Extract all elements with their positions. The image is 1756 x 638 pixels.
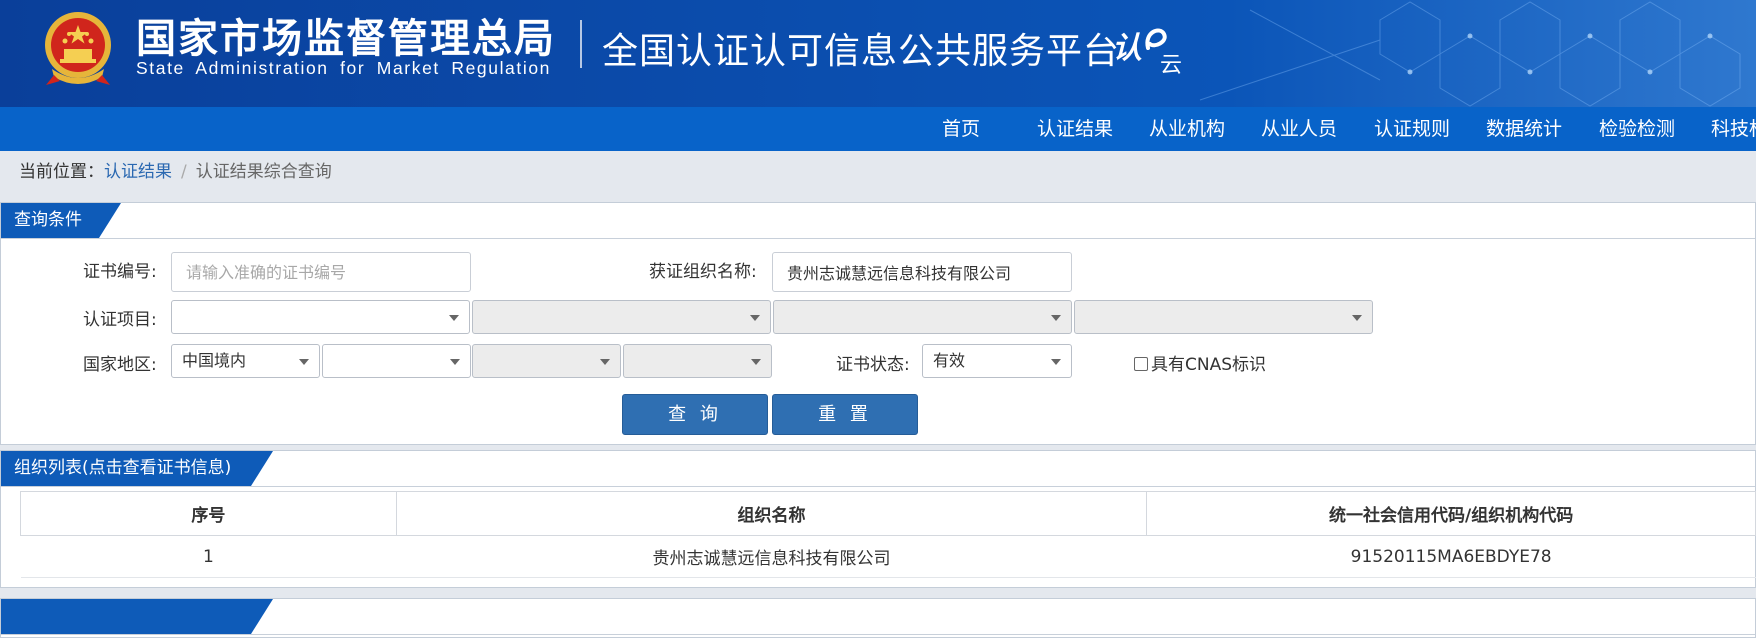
project-select-1[interactable] [171,300,470,334]
chevron-down-icon [1352,315,1362,321]
column-header-org-name: 组织名称 [395,491,1148,536]
province-select[interactable] [322,344,471,378]
next-panel-tab [1,599,273,634]
cert-no-label: 证书编号: [83,262,157,282]
chevron-down-icon [449,315,459,321]
chevron-down-icon [1051,315,1061,321]
renyun-logo: 认 云 [1112,28,1182,78]
org-list-panel-header: 组织列表(点击查看证书信息) [1,451,1755,487]
next-panel [0,598,1756,638]
region-label: 国家地区: [83,355,157,375]
cnas-checkbox[interactable]: 具有CNAS标识 [1134,353,1266,377]
breadcrumb-current: 认证结果综合查询 [195,162,332,182]
header-divider [580,20,582,68]
table-row[interactable]: 1 贵州志诚慧远信息科技有限公司 91520115MA6EBDYE78 [20,535,1756,578]
site-header: 国家市场监督管理总局 State Administration for Mark… [0,0,1756,107]
reset-button[interactable]: 重 置 [772,394,918,435]
query-panel-title: 查询条件 [1,203,121,238]
region-select-value: 中国境内 [182,351,247,370]
org-name-cn: 国家市场监督管理总局 [136,16,556,62]
row-index: 1 [20,535,397,578]
cnas-checkbox-label: 具有CNAS标识 [1151,355,1267,375]
nav-item-home[interactable]: 首页 [942,107,980,151]
search-button[interactable]: 查 询 [622,394,768,435]
nav-item-institutions[interactable]: 从业机构 [1149,107,1225,151]
project-select-3[interactable] [773,300,1072,334]
row-credit-code: 91520115MA6EBDYE78 [1146,535,1756,578]
org-name-en: State Administration for Market Regulati… [136,58,551,78]
chevron-down-icon [751,359,761,365]
row-org-name[interactable]: 贵州志诚慧远信息科技有限公司 [396,535,1147,578]
org-name-input[interactable] [772,252,1072,292]
chevron-down-icon [1051,359,1061,365]
status-select[interactable]: 有效 [922,344,1072,378]
nav-item-tech-standards[interactable]: 科技标准 [1711,107,1756,151]
city-select[interactable] [472,344,621,378]
chevron-down-icon [600,359,610,365]
chevron-down-icon [450,359,460,365]
cert-no-input[interactable] [171,252,471,292]
checkbox-icon[interactable] [1134,357,1148,371]
column-header-index: 序号 [20,491,397,536]
breadcrumb: 当前位置：认证结果 / 认证结果综合查询 [19,160,332,184]
nav-item-cert-results[interactable]: 认证结果 [1037,107,1113,151]
national-emblem-icon [45,12,111,85]
main-nav: 首页 认证结果 从业机构 从业人员 认证规则 数据统计 检验检测 科技标准 [0,107,1756,151]
chevron-down-icon [299,359,309,365]
next-panel-header [1,599,1755,635]
table-header-row: 序号 组织名称 统一社会信用代码/组织机构代码 [20,491,1756,536]
status-select-value: 有效 [933,351,966,370]
chevron-down-icon [750,315,760,321]
nav-item-inspection[interactable]: 检验检测 [1599,107,1675,151]
org-table: 序号 组织名称 统一社会信用代码/组织机构代码 1 贵州志诚慧远信息科技有限公司… [20,491,1756,578]
column-header-credit-code: 统一社会信用代码/组织机构代码 [1146,491,1756,536]
nav-item-personnel[interactable]: 从业人员 [1261,107,1337,151]
breadcrumb-separator: / [181,162,187,182]
org-name-label: 获证组织名称: [649,262,757,282]
svg-text:认: 认 [1112,31,1142,66]
org-list-panel-title: 组织列表(点击查看证书信息) [1,451,273,486]
breadcrumb-prefix: 当前位置： [19,162,104,182]
district-select[interactable] [623,344,772,378]
query-panel-header: 查询条件 [1,203,1755,239]
project-select-2[interactable] [472,300,771,334]
project-select-4[interactable] [1074,300,1373,334]
nav-item-statistics[interactable]: 数据统计 [1486,107,1562,151]
region-select[interactable]: 中国境内 [171,344,320,378]
status-label: 证书状态: [836,355,910,375]
breadcrumb-link-cert-results[interactable]: 认证结果 [104,162,172,182]
nav-item-rules[interactable]: 认证规则 [1374,107,1450,151]
svg-text:云: 云 [1160,53,1182,78]
project-label: 认证项目: [83,310,157,330]
platform-title: 全国认证认可信息公共服务平台 [602,31,1121,72]
